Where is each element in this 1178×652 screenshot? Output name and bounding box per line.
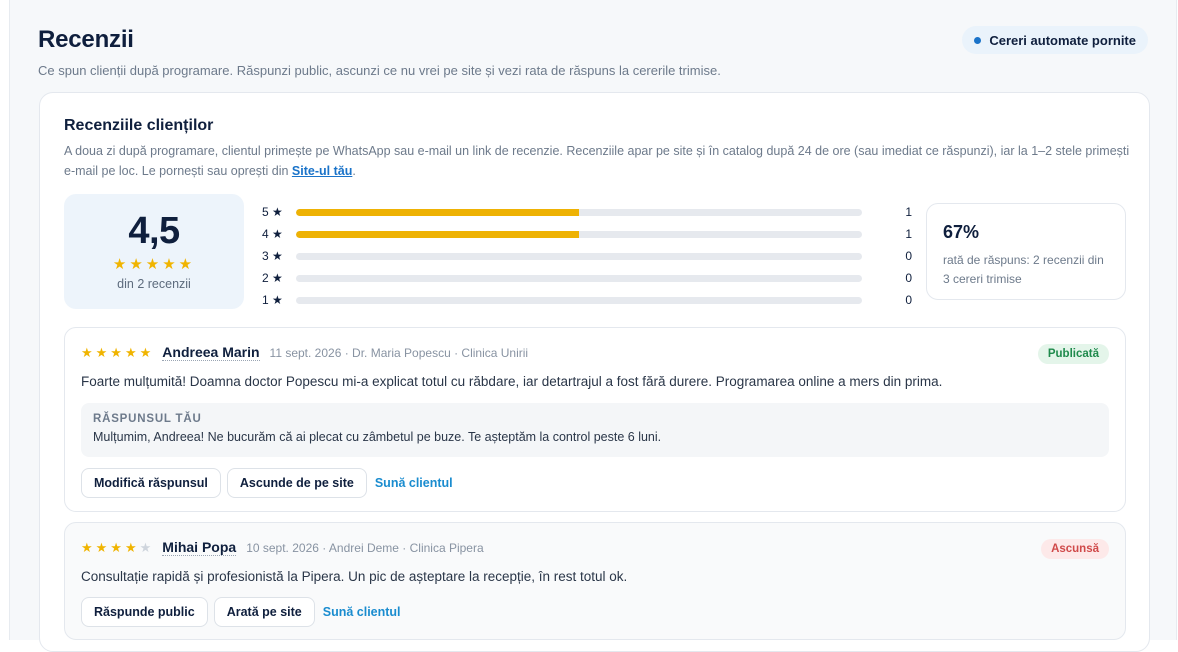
distribution-bar-fill <box>296 230 579 238</box>
review-meta: 10 sept. 2026 · Andrei Deme · Clinica Pi… <box>246 540 484 555</box>
distribution-row: 1 ★ 0 <box>262 289 912 311</box>
review-meta: 11 sept. 2026 · Dr. Maria Popescu · Clin… <box>269 345 529 360</box>
distribution-bar <box>296 230 862 238</box>
status-badge: Publicată <box>1037 344 1109 364</box>
review-header: ★★★★★ Mihai Popa 10 sept. 2026 · Andrei … <box>81 539 484 556</box>
rating-distribution: 5 ★ 1 4 ★ 1 3 ★ 0 2 ★ 0 1 ★ 0 <box>262 201 912 311</box>
distribution-bar <box>296 274 862 282</box>
review-stars-icon: ★★★★★ <box>81 540 154 556</box>
distribution-row: 3 ★ 0 <box>262 245 912 267</box>
review-item: ★★★★★ Andreea Marin 11 sept. 2026 · Dr. … <box>64 327 1126 512</box>
distribution-count: 1 <box>905 205 912 219</box>
reply-box: RĂSPUNSUL TĂU Mulțumim, Andreea! Ne bucu… <box>81 403 1109 457</box>
reply-label: RĂSPUNSUL TĂU <box>93 413 202 425</box>
distribution-label: 1 ★ <box>262 293 283 307</box>
call-client-link[interactable]: Sună clientul <box>375 476 453 490</box>
reviewer-name[interactable]: Mihai Popa <box>162 539 237 556</box>
auto-requests-status-badge[interactable]: Cereri automate pornite <box>962 26 1148 54</box>
reviews-page: Recenzii Ce spun clienții după programar… <box>9 0 1177 652</box>
card-title: Recenziile clienților <box>64 117 214 134</box>
review-item: ★★★★★ Mihai Popa 10 sept. 2026 · Andrei … <box>64 522 1126 640</box>
distribution-count: 1 <box>905 227 912 241</box>
status-badge: Ascunsă <box>1041 539 1109 559</box>
distribution-count: 0 <box>905 249 912 263</box>
status-dot-icon <box>974 36 982 44</box>
page-subtitle: Ce spun clienții după programare. Răspun… <box>38 63 721 78</box>
distribution-label: 3 ★ <box>262 249 283 263</box>
distribution-count: 0 <box>905 271 912 285</box>
card-description: A doua zi după programare, clientul prim… <box>64 141 1134 181</box>
review-actions: Răspunde public Arată pe site Sună clien… <box>81 597 401 627</box>
auto-requests-status-label: Cereri automate pornite <box>989 32 1136 48</box>
response-rate-text: rată de răspuns: 2 recenzii din 3 cereri… <box>943 253 1104 286</box>
distribution-bar <box>296 208 862 216</box>
show-on-site-button[interactable]: Arată pe site <box>213 597 315 627</box>
hide-from-site-button[interactable]: Ascunde de pe site <box>226 468 367 498</box>
average-stars-icon: ★★★★★ <box>112 256 196 273</box>
card-description-end: . <box>352 164 356 178</box>
review-header: ★★★★★ Andreea Marin 11 sept. 2026 · Dr. … <box>81 344 528 361</box>
distribution-row: 4 ★ 1 <box>262 223 912 245</box>
average-rating-value: 4,5 <box>128 210 180 252</box>
distribution-count: 0 <box>905 293 912 307</box>
stars-filled: ★★★★ <box>81 539 140 555</box>
distribution-bar <box>296 296 862 304</box>
review-text: Consultație rapidă și profesionistă la P… <box>81 569 628 584</box>
distribution-bar <box>296 252 862 260</box>
response-rate-value: 67% <box>943 222 980 242</box>
distribution-row: 5 ★ 1 <box>262 201 912 223</box>
review-actions: Modifică răspunsul Ascunde de pe site Su… <box>81 468 453 498</box>
average-rating-box: 4,5 ★★★★★ din 2 recenzii <box>64 194 244 309</box>
page-header: Recenzii Ce spun clienții după programar… <box>38 26 1148 78</box>
review-text: Foarte mulțumită! Doamna doctor Popescu … <box>81 374 943 389</box>
response-rate-box: 67% rată de răspuns: 2 recenzii din 3 ce… <box>926 203 1126 300</box>
card-description-text: A doua zi după programare, clientul prim… <box>64 144 1130 178</box>
stars-filled: ★★★★★ <box>81 344 155 360</box>
reply-public-button[interactable]: Răspunde public <box>81 597 208 627</box>
reviewer-name[interactable]: Andreea Marin <box>162 344 260 361</box>
site-settings-link[interactable]: Site-ul tău <box>292 164 352 178</box>
distribution-label: 2 ★ <box>262 271 283 285</box>
distribution-row: 2 ★ 0 <box>262 267 912 289</box>
distribution-label: 5 ★ <box>262 205 283 219</box>
review-count-label: din 2 recenzii <box>117 277 191 291</box>
reply-text: Mulțumim, Andreea! Ne bucurăm că ai plec… <box>93 430 662 444</box>
call-client-link[interactable]: Sună clientul <box>323 605 401 619</box>
distribution-label: 4 ★ <box>262 227 283 241</box>
reviews-card: Recenziile clienților A doua zi după pro… <box>39 92 1150 652</box>
edit-reply-button[interactable]: Modifică răspunsul <box>81 468 221 498</box>
review-stars-icon: ★★★★★ <box>81 345 154 361</box>
distribution-bar-fill <box>296 208 579 216</box>
stars-empty: ★ <box>139 539 155 555</box>
